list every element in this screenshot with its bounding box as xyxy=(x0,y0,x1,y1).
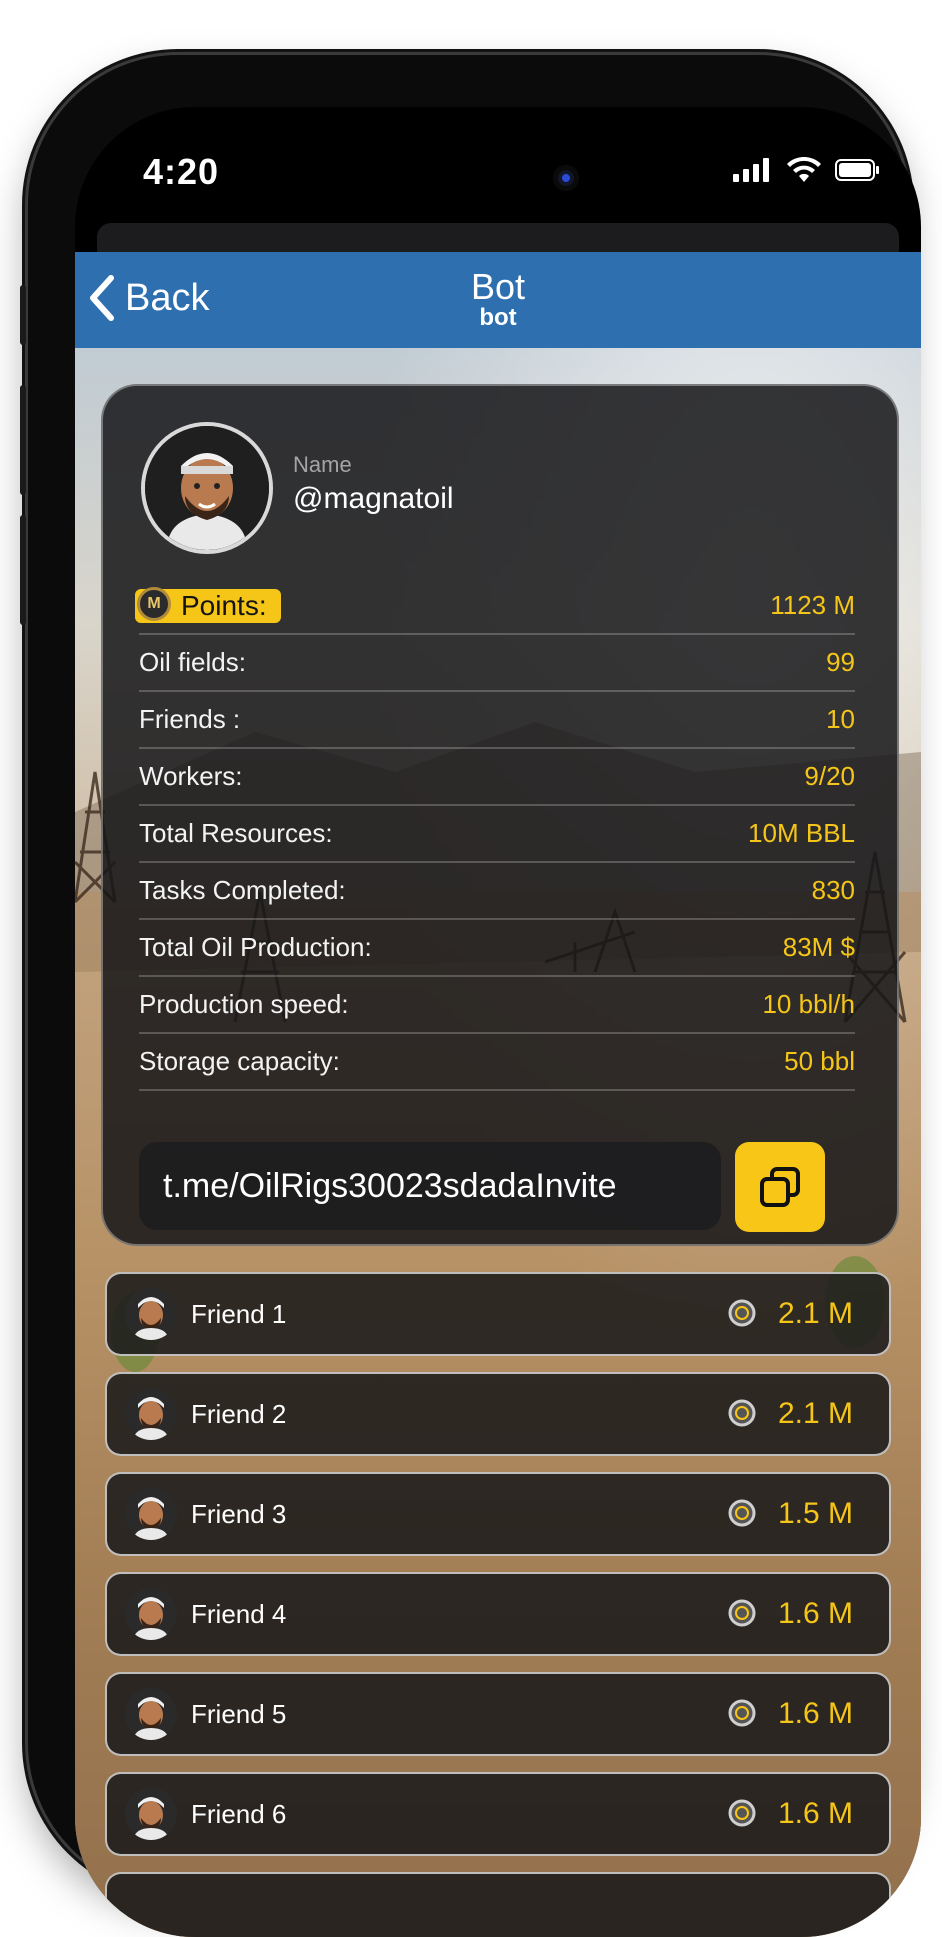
nav-title-text: Bot xyxy=(470,266,526,307)
friend-amount: 2.1 M xyxy=(777,1297,853,1330)
friend-row[interactable]: Friend 3 1.5 M xyxy=(105,1472,891,1556)
points-badge: M Points: xyxy=(135,587,281,623)
profile-card: Name @magnatoil 1123 M Oil fields: 99 Fr… xyxy=(101,384,899,1246)
stat-value: 10 xyxy=(826,704,855,734)
points-value: 1123 M xyxy=(770,590,855,620)
friend-avatar xyxy=(125,1388,177,1440)
coin-icon xyxy=(728,1599,756,1627)
side-button-mute xyxy=(20,285,26,345)
nav-subtitle-text: bot xyxy=(479,304,517,331)
friend-avatar-illustration xyxy=(125,1588,177,1640)
stat-value: 50 bbl xyxy=(784,1046,855,1076)
coin-icon xyxy=(728,1699,756,1727)
status-time: 4:20 xyxy=(143,151,220,192)
stat-row-total-resources: Total Resources: 10M BBL xyxy=(139,806,855,863)
friend-avatar-illustration xyxy=(125,1788,177,1840)
side-button-volume-down xyxy=(20,515,26,625)
stat-row-workers: Workers: 9/20 xyxy=(139,749,855,806)
friend-avatar xyxy=(125,1488,177,1540)
stat-value: 9/20 xyxy=(804,761,855,791)
avatar-illustration xyxy=(145,426,269,550)
friend-row[interactable]: Friend 5 1.6 M xyxy=(105,1672,891,1756)
friend-name: Friend 2 xyxy=(191,1399,287,1429)
stat-label: Workers: xyxy=(139,761,243,791)
stat-row-total-oil-production: Total Oil Production: 83M $ xyxy=(139,920,855,977)
mini-app: Back Bot bot Name @magnatoil 1123 M Oil … xyxy=(75,252,921,1937)
copy-icon xyxy=(760,1167,800,1207)
stats-list: 1123 M Oil fields: 99 Friends : 10 Worke… xyxy=(139,578,855,1091)
copy-button[interactable] xyxy=(735,1142,825,1232)
stat-row-oil-fields: Oil fields: 99 xyxy=(139,635,855,692)
signal-icon xyxy=(733,158,769,182)
front-camera xyxy=(553,165,579,191)
friend-amount: 1.6 M xyxy=(777,1697,853,1730)
stat-value: 83M $ xyxy=(782,932,855,962)
friend-row[interactable]: Friend 4 1.6 M xyxy=(105,1572,891,1656)
friend-row-partial[interactable] xyxy=(105,1872,891,1937)
stat-label: Friends : xyxy=(139,704,241,734)
wifi-icon xyxy=(787,157,821,182)
coin-icon xyxy=(728,1799,756,1827)
friend-avatar-illustration xyxy=(125,1388,177,1440)
friend-avatar xyxy=(125,1688,177,1740)
stat-label: Tasks Completed: xyxy=(139,875,346,905)
avatar xyxy=(141,422,273,554)
friend-row[interactable]: Friend 6 1.6 M xyxy=(105,1772,891,1856)
friend-name: Friend 6 xyxy=(191,1799,287,1829)
stat-row-friends: Friends : 10 xyxy=(139,692,855,749)
friend-avatar-illustration xyxy=(125,1488,177,1540)
coin-icon xyxy=(728,1499,756,1527)
stat-label: Production speed: xyxy=(139,989,349,1019)
side-button-volume-up xyxy=(20,385,26,495)
friend-amount: 1.6 M xyxy=(777,1797,853,1830)
stat-label: Storage capacity: xyxy=(139,1046,340,1076)
stat-value: 10M BBL xyxy=(748,818,855,848)
stat-value: 99 xyxy=(826,647,855,677)
friend-avatar xyxy=(125,1588,177,1640)
friend-avatar xyxy=(125,1788,177,1840)
nav-title: Bot bot xyxy=(75,266,921,332)
friend-name: Friend 3 xyxy=(191,1499,287,1529)
username: @magnatoil xyxy=(293,482,454,515)
friend-amount: 1.5 M xyxy=(777,1497,853,1530)
stat-row-tasks-completed: Tasks Completed: 830 xyxy=(139,863,855,920)
friend-row[interactable]: Friend 1 2.1 M xyxy=(105,1272,891,1356)
friend-name: Friend 5 xyxy=(191,1699,287,1729)
points-label: Points: xyxy=(181,590,267,621)
stat-row-storage-capacity: Storage capacity: 50 bbl xyxy=(139,1034,855,1091)
friend-name: Friend 1 xyxy=(191,1299,287,1329)
phone-screen: 4:20 Back Bot bot Name @magnatoil 1123 M… xyxy=(75,107,921,1937)
stat-row-production-speed: Production speed: 10 bbl/h xyxy=(139,977,855,1034)
stat-label: Total Oil Production: xyxy=(139,932,372,962)
nav-bar: Back Bot bot xyxy=(75,252,921,348)
battery-icon xyxy=(835,159,879,181)
m-coin-icon: M xyxy=(137,587,171,621)
stat-value: 10 bbl/h xyxy=(762,989,855,1019)
friend-row[interactable]: Friend 2 2.1 M xyxy=(105,1372,891,1456)
coin-icon xyxy=(728,1399,756,1427)
phone-frame: 4:20 Back Bot bot Name @magnatoil 1123 M… xyxy=(20,55,921,1937)
friend-name: Friend 4 xyxy=(191,1599,287,1629)
friend-amount: 2.1 M xyxy=(777,1397,853,1430)
name-label: Name xyxy=(293,452,352,477)
stat-label: Total Resources: xyxy=(139,818,333,848)
coin-icon xyxy=(728,1299,756,1327)
status-icons xyxy=(733,157,881,183)
stat-value: 830 xyxy=(811,875,855,905)
friend-avatar xyxy=(125,1288,177,1340)
stat-label: Oil fields: xyxy=(139,647,246,677)
invite-link-field[interactable]: t.me/OilRigs30023sdadaInvite xyxy=(139,1142,721,1230)
friend-avatar-illustration xyxy=(125,1288,177,1340)
friend-amount: 1.6 M xyxy=(777,1597,853,1630)
friend-avatar-illustration xyxy=(125,1688,177,1740)
